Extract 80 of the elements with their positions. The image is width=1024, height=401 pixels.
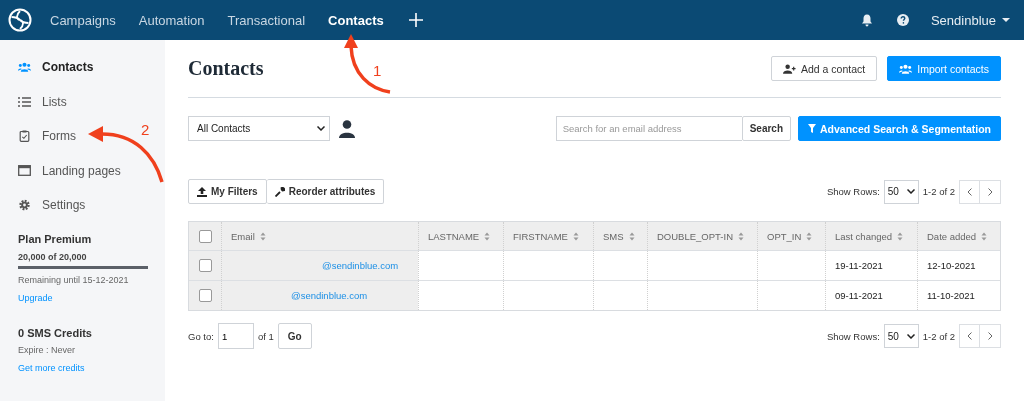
chevron-icon xyxy=(906,189,915,194)
sms-credits-title: 0 SMS Credits xyxy=(18,326,93,339)
nav-tab[interactable]: Campaigns xyxy=(50,12,116,28)
add-user-icon xyxy=(783,63,796,74)
list-select[interactable]: All Contacts xyxy=(188,116,330,141)
sidebar-item[interactable]: Forms xyxy=(18,119,76,154)
logo-icon[interactable] xyxy=(8,8,32,32)
page-title: Contacts xyxy=(188,57,264,80)
caret-icon xyxy=(1002,18,1010,22)
browser-window-icon xyxy=(18,165,31,177)
search-button[interactable]: Search xyxy=(741,116,792,141)
go-button[interactable]: Go xyxy=(277,323,312,349)
annotation-number: 1 xyxy=(373,62,382,79)
table-cell: 12-10-2021 xyxy=(927,260,976,271)
chevron-icon xyxy=(906,333,915,339)
plan-title: Plan Premium xyxy=(18,232,93,245)
sort-icon xyxy=(572,231,579,241)
column-header[interactable]: Date added xyxy=(917,222,1001,250)
column-header[interactable]: FIRSTNAME xyxy=(503,222,593,250)
account-menu[interactable]: Sendinblue xyxy=(930,12,996,28)
wrench-icon xyxy=(274,186,285,197)
annotation-number: 2 xyxy=(141,121,150,138)
filter-icon xyxy=(808,124,817,133)
sort-icon xyxy=(806,231,813,241)
settings-icon xyxy=(18,199,31,212)
list-icon xyxy=(18,96,31,107)
table-cell: 19-11-2021 xyxy=(835,260,883,271)
page-count: of 1 xyxy=(257,330,274,342)
show-rows-label: Show Rows: xyxy=(826,330,880,342)
chevron-left-icon xyxy=(967,187,972,196)
page-field[interactable]: 1 xyxy=(217,323,254,349)
plan-usage: 20,000 of 20,000 xyxy=(18,251,88,262)
search-field[interactable]: Search for an email address xyxy=(555,116,742,141)
users-icon xyxy=(899,63,913,74)
sort-icon xyxy=(897,231,904,241)
select-all-checkbox[interactable] xyxy=(198,229,212,243)
nav-tab[interactable]: Transactional xyxy=(227,12,306,28)
sms-expire: Expire : Never xyxy=(18,344,77,355)
sort-icon xyxy=(259,231,266,241)
plus-icon[interactable] xyxy=(408,13,423,27)
range-text: 1-2 of 2 xyxy=(922,186,955,197)
sort-icon xyxy=(738,231,745,241)
show-rows-label: Show Rows: xyxy=(826,186,880,197)
table-cell: 09-11-2021 xyxy=(835,290,883,301)
column-header[interactable]: LASTNAME xyxy=(418,222,503,250)
annotation-arrow xyxy=(342,34,392,96)
user-icon[interactable] xyxy=(339,119,355,138)
go-to-label: Go to: xyxy=(188,330,214,342)
rows-select[interactable]: 50 xyxy=(883,179,919,204)
users-icon xyxy=(18,62,31,73)
column-header[interactable]: SMS xyxy=(593,222,647,250)
column-header[interactable]: OPT_IN xyxy=(757,222,825,250)
rows-select[interactable]: 50 xyxy=(883,324,919,348)
sort-icon xyxy=(981,231,988,241)
nav-tab[interactable]: Automation xyxy=(138,12,205,28)
plan-remaining: Remaining until 15-12-2021 xyxy=(18,274,130,285)
chevron-left-icon xyxy=(967,332,972,340)
sidebar-item[interactable]: Settings xyxy=(18,188,86,223)
clipboard-icon xyxy=(18,130,31,143)
nav-tab[interactable]: Contacts xyxy=(328,12,384,28)
table-cell: 11-10-2021 xyxy=(927,290,975,301)
help-icon[interactable] xyxy=(896,14,909,26)
chevron-right-icon xyxy=(987,187,993,196)
sort-icon xyxy=(484,231,491,241)
sort-icon xyxy=(628,231,635,241)
sidebar-item[interactable]: Lists xyxy=(18,84,67,119)
reorder-attributes-button[interactable]: Reorder attributes xyxy=(266,179,385,204)
row-checkbox[interactable] xyxy=(198,289,212,302)
my-filters-button[interactable]: My Filters xyxy=(188,179,267,204)
row-checkbox[interactable] xyxy=(198,259,212,272)
sidebar-item[interactable]: Contacts xyxy=(18,50,94,85)
chevron-icon xyxy=(317,126,325,131)
chevron-right-icon xyxy=(987,332,993,340)
sidebar-item[interactable]: Landing pages xyxy=(18,153,121,188)
add-contact-button[interactable]: Add a contact xyxy=(771,56,878,81)
bell-icon[interactable] xyxy=(860,13,873,27)
column-header[interactable]: Last changed xyxy=(825,222,917,250)
upload-icon xyxy=(197,186,207,197)
column-header[interactable]: DOUBLE_OPT-IN xyxy=(647,222,757,250)
range-text: 1-2 of 2 xyxy=(922,330,955,342)
